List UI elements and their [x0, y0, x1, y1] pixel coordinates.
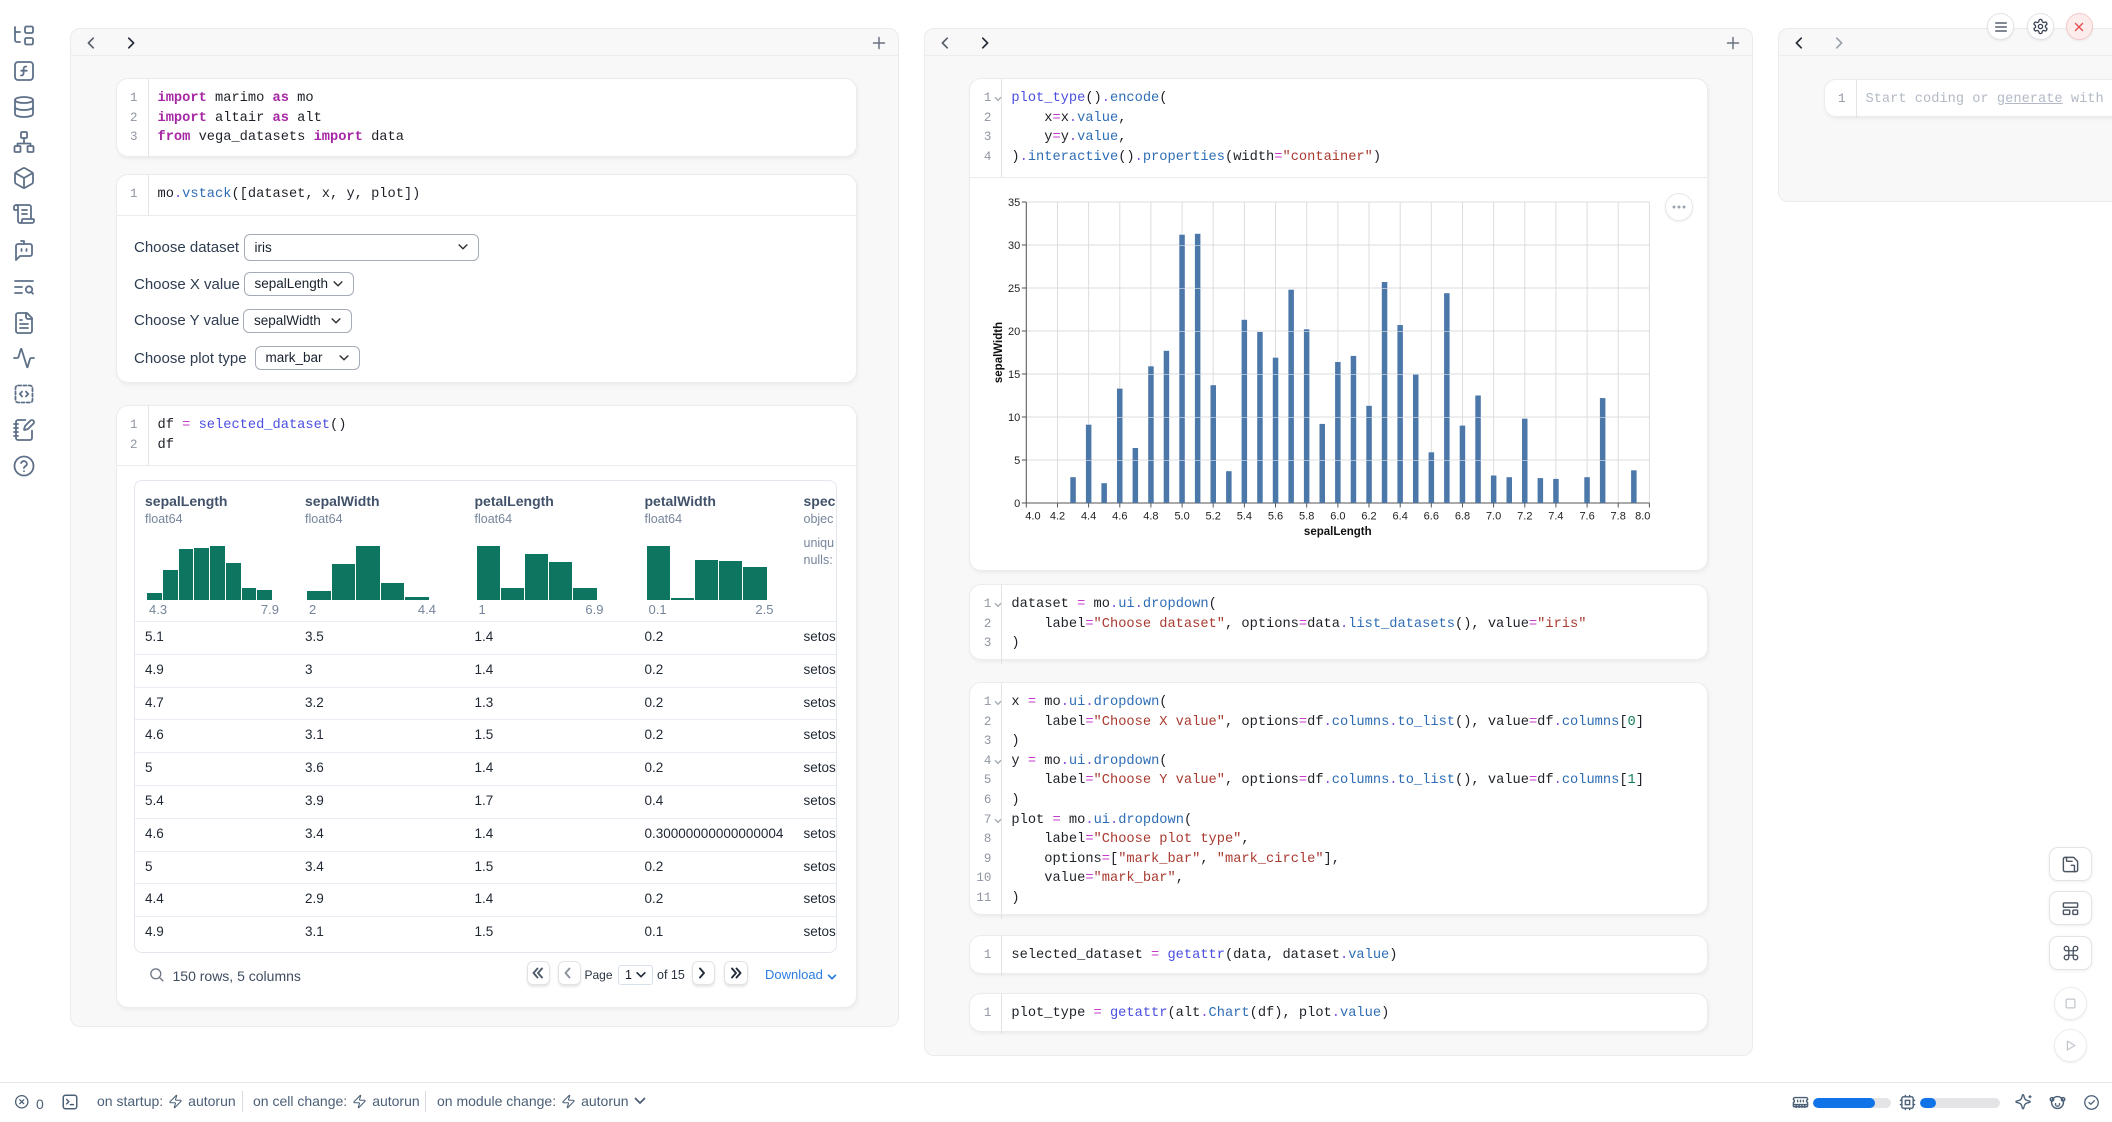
- svg-text:7.8: 7.8: [1611, 511, 1626, 523]
- svg-text:8.0: 8.0: [1635, 511, 1650, 523]
- svg-text:6.8: 6.8: [1455, 511, 1470, 523]
- svg-text:5: 5: [1014, 455, 1020, 467]
- svg-text:6.2: 6.2: [1361, 511, 1376, 523]
- svg-text:4.0: 4.0: [1025, 511, 1040, 523]
- svg-text:5.4: 5.4: [1237, 511, 1252, 523]
- svg-text:5.2: 5.2: [1206, 511, 1221, 523]
- svg-text:5.8: 5.8: [1299, 511, 1314, 523]
- svg-text:7.6: 7.6: [1579, 511, 1594, 523]
- svg-text:4.2: 4.2: [1050, 511, 1065, 523]
- svg-text:6.6: 6.6: [1424, 511, 1439, 523]
- svg-text:4.8: 4.8: [1143, 511, 1158, 523]
- svg-text:10: 10: [1008, 412, 1020, 424]
- svg-text:4.6: 4.6: [1112, 511, 1127, 523]
- svg-text:5.6: 5.6: [1268, 511, 1283, 523]
- svg-text:25: 25: [1008, 283, 1020, 295]
- svg-text:4.4: 4.4: [1081, 511, 1096, 523]
- svg-text:7.4: 7.4: [1548, 511, 1563, 523]
- svg-text:15: 15: [1008, 369, 1020, 381]
- svg-text:sepalWidth: sepalWidth: [993, 322, 1005, 383]
- svg-text:7.0: 7.0: [1486, 511, 1501, 523]
- svg-text:7.2: 7.2: [1517, 511, 1532, 523]
- svg-text:sepalLength: sepalLength: [1304, 526, 1372, 538]
- svg-text:5.0: 5.0: [1174, 511, 1189, 523]
- svg-text:6.4: 6.4: [1393, 511, 1408, 523]
- svg-text:0: 0: [1014, 498, 1020, 510]
- svg-text:30: 30: [1008, 240, 1020, 252]
- svg-text:35: 35: [1008, 197, 1020, 209]
- svg-text:20: 20: [1008, 326, 1020, 338]
- svg-text:6.0: 6.0: [1330, 511, 1345, 523]
